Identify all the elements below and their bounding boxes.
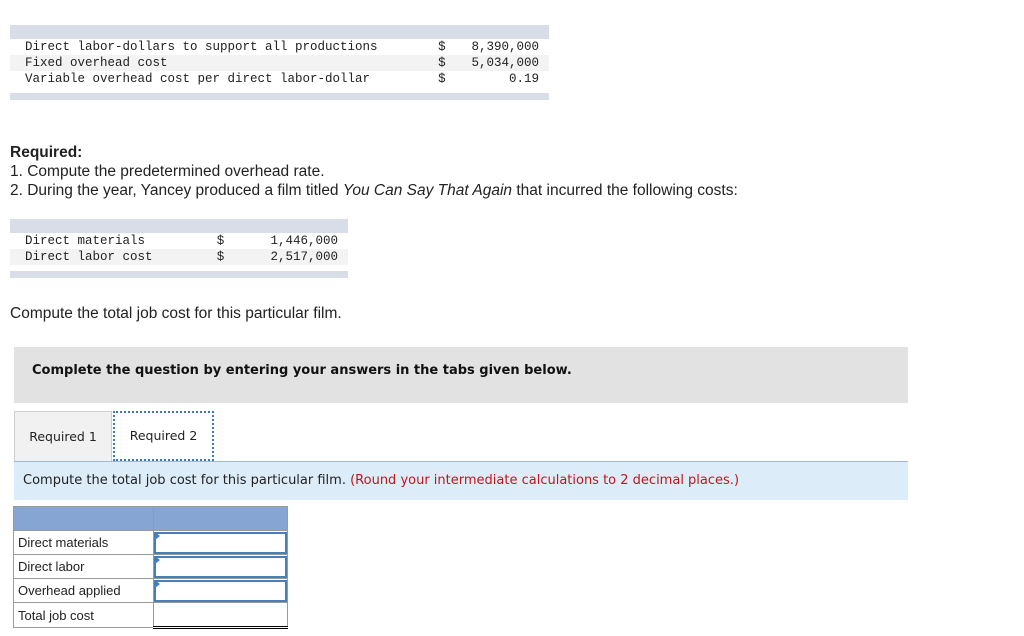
table-row: Direct materials $ 1,446,000 xyxy=(10,233,348,249)
row-value: 2,517,000 xyxy=(233,249,348,265)
task-main-text: Compute the total job cost for this part… xyxy=(23,473,346,488)
row-value: 8,390,000 xyxy=(471,40,539,54)
row-value: 5,034,000 xyxy=(448,55,549,71)
table-row: Direct labor-dollars to support all prod… xyxy=(10,39,549,55)
task-prompt: Compute the total job cost for this part… xyxy=(14,461,908,500)
answer-label: Direct materials xyxy=(13,530,154,555)
item2-text: 2. During the year, Yancey produced a fi… xyxy=(10,182,343,199)
total-job-cost-value xyxy=(153,602,288,629)
input-marker-icon xyxy=(155,556,160,564)
tab-required-1[interactable]: Required 1 xyxy=(14,411,112,461)
answer-label: Direct labor xyxy=(13,554,154,579)
row-value: 1,446,000 xyxy=(270,234,338,248)
currency-symbol: $ xyxy=(186,249,234,265)
direct-labor-input[interactable] xyxy=(154,555,287,578)
row-value: 0.19 xyxy=(508,72,539,86)
currency-symbol: $ xyxy=(408,55,449,71)
row-label: Fixed overhead cost xyxy=(10,55,409,71)
tab-required-2[interactable]: Required 2 xyxy=(113,411,214,461)
currency-symbol: $ xyxy=(438,40,446,54)
row-label: Direct labor cost xyxy=(10,249,187,265)
answer-table-header xyxy=(13,506,288,531)
required-section: Required: 1. Compute the predetermined o… xyxy=(10,143,738,200)
answer-label: Total job cost xyxy=(13,602,154,628)
row-label: Direct materials xyxy=(25,234,146,248)
film-cost-table: Direct materials $ 1,446,000 Direct labo… xyxy=(10,219,348,278)
overhead-data-table: Direct labor-dollars to support all prod… xyxy=(10,25,549,100)
answer-row: Direct labor xyxy=(13,554,288,579)
compute-instruction: Compute the total job cost for this part… xyxy=(10,305,342,322)
input-marker-icon xyxy=(155,532,160,540)
answer-label: Overhead applied xyxy=(13,578,154,603)
required-item-1: 1. Compute the predetermined overhead ra… xyxy=(10,163,325,180)
answer-table: Direct materials Direct labor Overhead a… xyxy=(13,506,288,629)
table-row: Fixed overhead cost $ 5,034,000 xyxy=(10,55,549,71)
input-marker-icon xyxy=(155,580,160,588)
table-row: Direct labor cost $ 2,517,000 xyxy=(10,249,348,265)
direct-materials-input[interactable] xyxy=(154,531,287,554)
row-label: Variable overhead cost per direct labor-… xyxy=(25,72,371,86)
instruction-text: Complete the question by entering your a… xyxy=(32,363,572,378)
currency-symbol: $ xyxy=(438,72,446,86)
required-item-2: 2. During the year, Yancey produced a fi… xyxy=(10,181,738,200)
required-heading: Required: xyxy=(10,144,83,161)
instruction-box: Complete the question by entering your a… xyxy=(14,347,908,403)
answer-row: Total job cost xyxy=(13,602,288,629)
row-label: Direct labor-dollars to support all prod… xyxy=(25,40,378,54)
overhead-applied-input[interactable] xyxy=(154,579,287,602)
rounding-hint: (Round your intermediate calculations to… xyxy=(350,473,740,488)
task-text: Compute the total job cost for this part… xyxy=(23,473,739,488)
answer-row: Overhead applied xyxy=(13,578,288,603)
answer-row: Direct materials xyxy=(13,530,288,555)
item2-text-end: that incurred the following costs: xyxy=(512,182,738,199)
film-title: You Can Say That Again xyxy=(342,182,513,199)
table-row: Variable overhead cost per direct labor-… xyxy=(10,71,549,87)
currency-symbol: $ xyxy=(216,234,225,248)
